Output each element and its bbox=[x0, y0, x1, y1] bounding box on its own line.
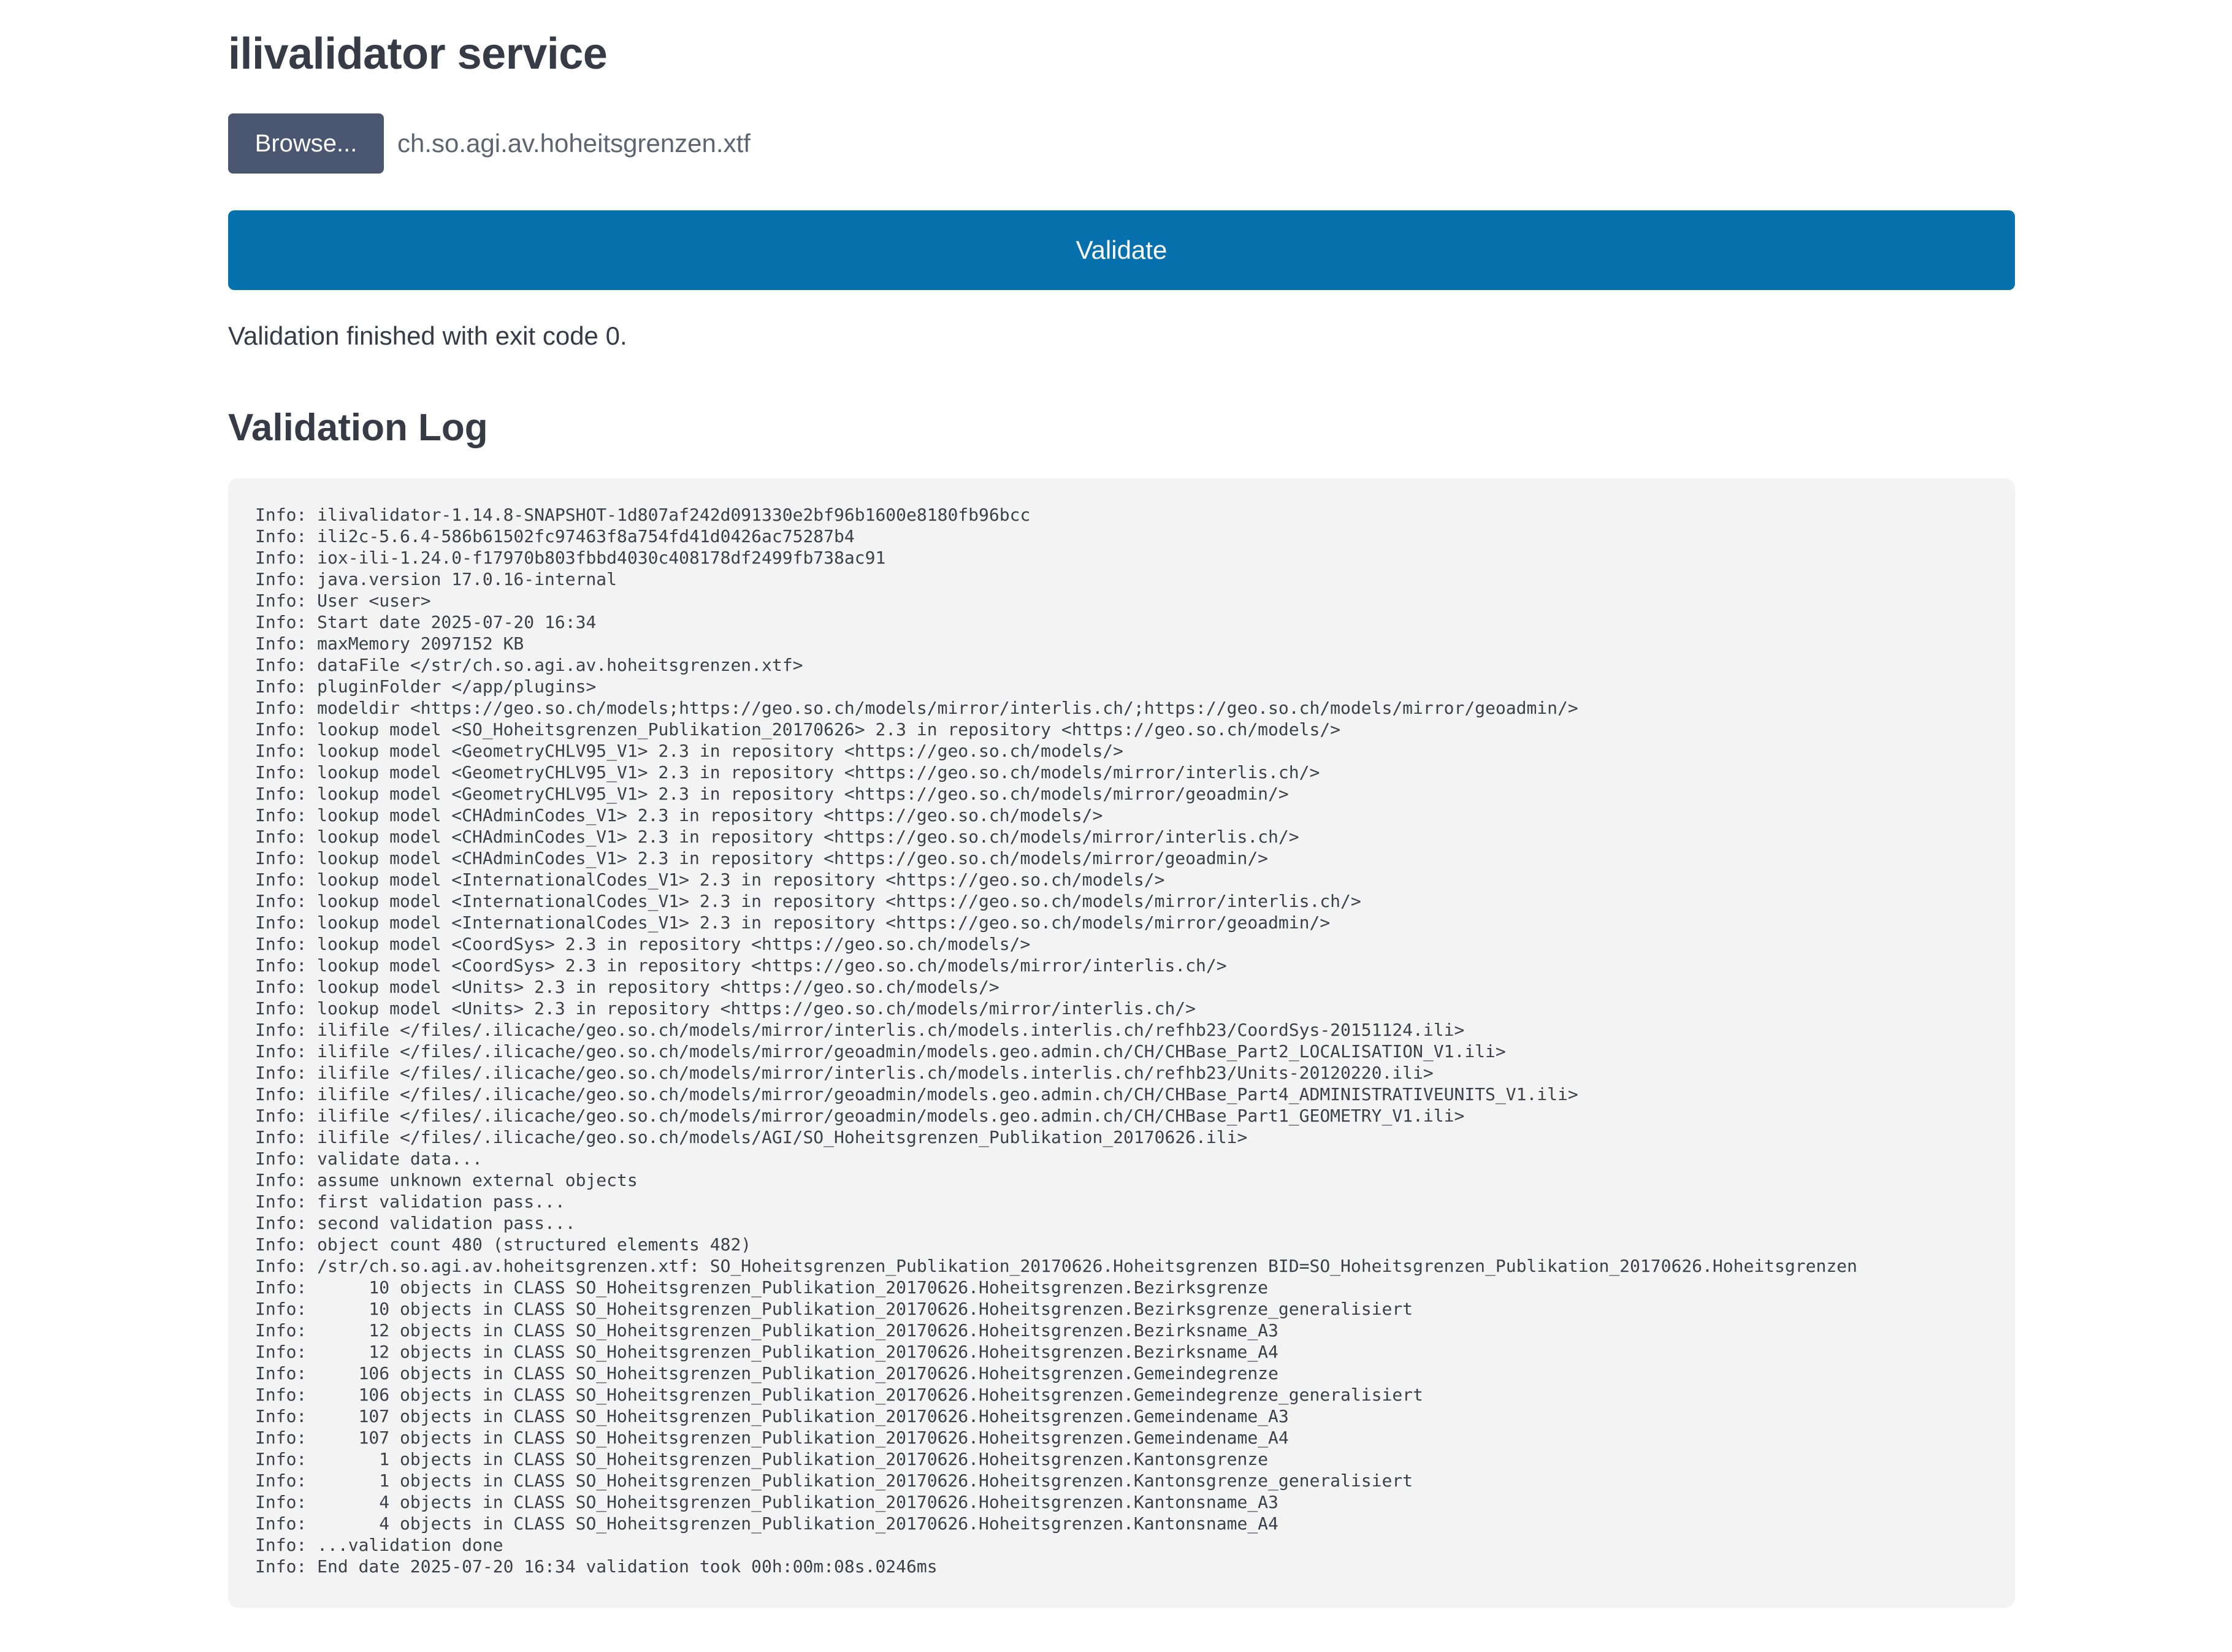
log-line: Info: 106 objects in CLASS SO_Hoheitsgre… bbox=[255, 1385, 1423, 1405]
validation-status-message: Validation finished with exit code 0. bbox=[228, 321, 627, 350]
log-line: Info: ...validation done bbox=[255, 1535, 503, 1555]
log-line: Info: /str/ch.so.agi.av.hoheitsgrenzen.x… bbox=[255, 1256, 1857, 1276]
log-line: Info: ilifile </files/.ilicache/geo.so.c… bbox=[255, 1106, 1465, 1126]
log-line: Info: lookup model <CHAdminCodes_V1> 2.3… bbox=[255, 848, 1269, 868]
log-line: Info: validate data... bbox=[255, 1149, 483, 1169]
log-line: Info: lookup model <InternationalCodes_V… bbox=[255, 870, 1165, 890]
log-line: Info: assume unknown external objects bbox=[255, 1170, 638, 1190]
log-line: Info: pluginFolder </app/plugins> bbox=[255, 676, 597, 697]
log-line: Info: 4 objects in CLASS SO_Hoheitsgrenz… bbox=[255, 1513, 1278, 1534]
log-line: Info: second validation pass... bbox=[255, 1213, 576, 1233]
log-line: Info: ilifile </files/.ilicache/geo.so.c… bbox=[255, 1041, 1506, 1061]
log-line: Info: lookup model <CHAdminCodes_V1> 2.3… bbox=[255, 805, 1103, 825]
page-title: ilivalidator service bbox=[228, 29, 608, 78]
log-line: Info: lookup model <GeometryCHLV95_V1> 2… bbox=[255, 762, 1320, 782]
log-line: Info: 12 objects in CLASS SO_Hoheitsgren… bbox=[255, 1342, 1278, 1362]
log-line: Info: 10 objects in CLASS SO_Hoheitsgren… bbox=[255, 1277, 1269, 1298]
log-line: Info: maxMemory 2097152 KB bbox=[255, 633, 524, 654]
log-line: Info: dataFile </str/ch.so.agi.av.hoheit… bbox=[255, 655, 803, 675]
log-line: Info: lookup model <Units> 2.3 in reposi… bbox=[255, 998, 1196, 1019]
log-line: Info: lookup model <GeometryCHLV95_V1> 2… bbox=[255, 741, 1124, 761]
log-line: Info: 1 objects in CLASS SO_Hoheitsgrenz… bbox=[255, 1470, 1413, 1491]
log-line: Info: lookup model <InternationalCodes_V… bbox=[255, 891, 1361, 911]
selected-file-name: ch.so.agi.av.hoheitsgrenzen.xtf bbox=[397, 129, 751, 158]
log-line: Info: ilifile </files/.ilicache/geo.so.c… bbox=[255, 1063, 1434, 1083]
validate-button[interactable]: Validate bbox=[228, 210, 2015, 290]
validation-log-box: Info: ilivalidator-1.14.8-SNAPSHOT-1d807… bbox=[228, 478, 2015, 1608]
log-line: Info: ilifile </files/.ilicache/geo.so.c… bbox=[255, 1020, 1465, 1040]
log-line: Info: 1 objects in CLASS SO_Hoheitsgrenz… bbox=[255, 1449, 1269, 1469]
log-line: Info: ili2c-5.6.4-586b61502fc97463f8a754… bbox=[255, 526, 855, 546]
log-line: Info: lookup model <InternationalCodes_V… bbox=[255, 912, 1331, 933]
validation-log-heading: Validation Log bbox=[228, 407, 488, 449]
log-line: Info: ilifile </files/.ilicache/geo.so.c… bbox=[255, 1127, 1248, 1147]
log-line: Info: lookup model <CoordSys> 2.3 in rep… bbox=[255, 934, 1031, 954]
log-line: Info: lookup model <SO_Hoheitsgrenzen_Pu… bbox=[255, 719, 1341, 740]
validation-log-lines: Info: ilivalidator-1.14.8-SNAPSHOT-1d807… bbox=[255, 504, 1988, 1577]
log-line: Info: 4 objects in CLASS SO_Hoheitsgrenz… bbox=[255, 1492, 1278, 1512]
log-line: Info: 10 objects in CLASS SO_Hoheitsgren… bbox=[255, 1299, 1413, 1319]
log-line: Info: first validation pass... bbox=[255, 1191, 565, 1212]
log-line: Info: 12 objects in CLASS SO_Hoheitsgren… bbox=[255, 1320, 1278, 1340]
log-line: Info: 107 objects in CLASS SO_Hoheitsgre… bbox=[255, 1406, 1289, 1426]
log-line: Info: 106 objects in CLASS SO_Hoheitsgre… bbox=[255, 1363, 1278, 1383]
log-line: Info: End date 2025-07-20 16:34 validati… bbox=[255, 1556, 938, 1577]
log-line: Info: lookup model <GeometryCHLV95_V1> 2… bbox=[255, 784, 1289, 804]
log-line: Info: ilifile </files/.ilicache/geo.so.c… bbox=[255, 1084, 1578, 1104]
file-input-row: Browse... ch.so.agi.av.hoheitsgrenzen.xt… bbox=[228, 113, 751, 174]
log-line: Info: object count 480 (structured eleme… bbox=[255, 1234, 752, 1255]
browse-button[interactable]: Browse... bbox=[228, 113, 384, 174]
log-line: Info: lookup model <CHAdminCodes_V1> 2.3… bbox=[255, 827, 1299, 847]
log-line: Info: iox-ili-1.24.0-f17970b803fbbd4030c… bbox=[255, 548, 886, 568]
log-line: Info: modeldir <https://geo.so.ch/models… bbox=[255, 698, 1578, 718]
log-line: Info: 107 objects in CLASS SO_Hoheitsgre… bbox=[255, 1428, 1289, 1448]
log-line: Info: lookup model <Units> 2.3 in reposi… bbox=[255, 977, 999, 997]
log-line: Info: User <user> bbox=[255, 591, 431, 611]
log-line: Info: lookup model <CoordSys> 2.3 in rep… bbox=[255, 955, 1227, 976]
log-line: Info: ilivalidator-1.14.8-SNAPSHOT-1d807… bbox=[255, 505, 1031, 525]
log-line: Info: java.version 17.0.16-internal bbox=[255, 569, 617, 589]
log-line: Info: Start date 2025-07-20 16:34 bbox=[255, 612, 597, 632]
